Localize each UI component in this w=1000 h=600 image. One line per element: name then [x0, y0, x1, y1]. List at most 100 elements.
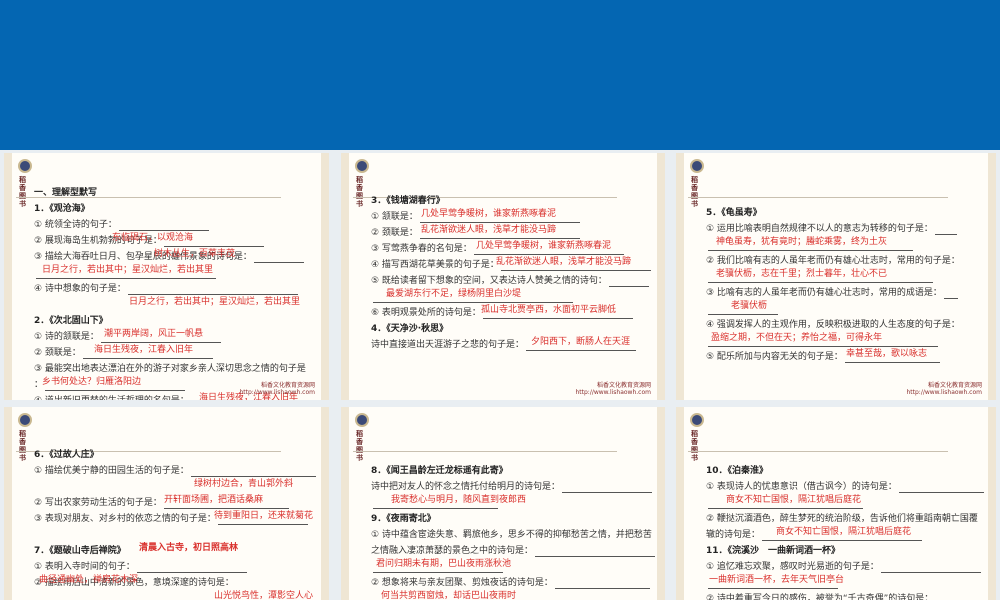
question-text: ② 颈联是： — [371, 228, 418, 238]
answer-text: 乱花渐欲迷人眼，浅草才能没马蹄 — [496, 257, 632, 267]
answer-text: 乱花渐欲迷人眼，浅草才能没马蹄 — [421, 225, 557, 235]
question-text: ⑥ 表明观景处所的诗句是： — [371, 308, 481, 318]
answer-text: 日月之行，若出其中；星汉灿烂，若出其里 — [42, 265, 214, 275]
question-line: ① 诗中蕴含宦途失意、羁旅他乡，思乡不得的抑郁愁苦之情，并把愁苦 — [371, 527, 652, 543]
answer-text: 清晨入古寺，初日照高林 — [139, 543, 239, 553]
question-line: 老骥伏枥 — [706, 301, 978, 317]
answer-blank[interactable] — [898, 481, 984, 493]
section-heading: 11．《浣溪沙 一曲新词酒一杯》 — [706, 543, 978, 559]
answer-text: 待到重阳日，还来就菊花 — [214, 511, 314, 521]
slide-thumbnail[interactable]: 稻香图书 3．《钱塘湖春行》 ① 颔联是： 几处早莺争暖树，谁家新燕啄春泥 ② 颈联是：… — [341, 153, 665, 400]
answer-blank[interactable] — [934, 223, 957, 235]
answer-blank[interactable] — [562, 481, 653, 493]
watermark: 稻香文化教育资源网 http://www.lishaowh.com — [239, 382, 315, 396]
logo-icon — [355, 413, 369, 427]
question-line: 一曲新词酒一杯，去年天气旧亭台 — [706, 575, 978, 591]
question-text: ① 表明入寺时间的句子： — [34, 562, 135, 572]
slide-thumbnail[interactable]: 稻香图书 6．《过故人庄》 ① 描绘优美宁静的田园生活的句子是： 绿树村边合，青山郭外… — [4, 407, 329, 600]
question-text: ④ 道出新旧更替的生活哲理的名句是： — [34, 396, 189, 400]
brand-label: 稻香图书 — [356, 430, 363, 462]
question-line: ③ 表现对朋友、对乡村的依恋之情的句子是： 待到重阳日，还来就菊花 — [34, 511, 314, 527]
question-text: 2．《次北固山下》 — [34, 316, 108, 326]
question-text: 一、理解型默写 — [34, 188, 98, 198]
question-text: ① 颔联是： — [371, 212, 418, 222]
answer-text: 几处早莺争暖树，谁家新燕啄春泥 — [421, 209, 557, 219]
question-text: ③ 比喻有志的人虽年老而仍有雄心壮志时，常用的成语是： — [706, 288, 942, 298]
slide-thumbnail[interactable]: 稻香图书 一、理解型默写 1．《观沧海》 ① 统领全诗的句子： ② 展现海岛生机勃勃的句… — [4, 153, 329, 400]
slide-content: 3．《钱塘湖春行》 ① 颔联是： 几处早莺争暖树，谁家新燕啄春泥 ② 颈联是： 乱花渐欲… — [371, 193, 651, 353]
answer-text: 树木丛生，百草丰茂 — [154, 249, 236, 259]
question-text: ④ 描写西湖花草美景的句子是： — [371, 260, 499, 270]
question-text: 7．《题破山寺后禅院》 — [34, 546, 126, 556]
question-text: ② 诗中着重写今日的感伤，被誉为“千古奇偶”的诗句是： — [706, 594, 934, 600]
section-heading: 9．《夜雨寄北》 — [371, 511, 647, 527]
answer-text: 一曲新词酒一杯，去年天气旧亭台 — [709, 575, 845, 585]
answer-text: 君问归期未有期，巴山夜雨涨秋池 — [376, 559, 512, 569]
answer-text: 海日生残夜，江春入旧年 — [94, 345, 194, 355]
question-text: 8．《闻王昌龄左迁龙标遥有此寄》 — [371, 466, 508, 476]
question-line: ⑤ 配乐所加与内容无关的句子是： 幸甚至哉，歌以咏志 — [706, 349, 978, 365]
brand-label: 稻香图书 — [691, 176, 698, 208]
question-line: ④ 描写西湖花草美景的句子是： 乱花渐欲迷人眼，浅草才能没马蹄 — [371, 257, 651, 273]
answer-blank[interactable] — [608, 275, 649, 287]
answer-text: 山光悦鸟性，潭影空人心 — [214, 591, 314, 600]
slide-content: 10．《泊秦淮》 ① 表现诗人的忧患意识（借古讽今）的诗句是： 商女不知亡国恨，隔江… — [706, 447, 984, 600]
slide-thumbnail[interactable]: 稻香图书 10．《泊秦淮》 ① 表现诗人的忧患意识（借古讽今）的诗句是： 商女不知亡国… — [676, 407, 996, 600]
question-text: ① 表现诗人的忧患意识（借古讽今）的诗句是： — [706, 482, 897, 492]
answer-text: 开轩面场圃，把酒话桑麻 — [164, 495, 264, 505]
question-text: ① 运用比喻表明自然规律不以人的意志为转移的句子是： — [706, 224, 933, 234]
answer-blank[interactable] — [253, 251, 304, 263]
section-heading — [371, 447, 647, 463]
logo-icon — [18, 159, 32, 173]
question-text: 1．《观沧海》 — [34, 204, 90, 214]
question-text: ⑤ 既给读者留下想象的空间，又表达诗人赞美之情的诗句： — [371, 276, 607, 286]
section-heading — [706, 447, 978, 463]
question-line: 老骥伏枥，志在千里；烈士暮年，壮心不已 — [706, 269, 978, 285]
question-text: ① 追忆难忘欢聚，感叹时光易逝的句子是： — [706, 562, 879, 572]
answer-blank[interactable] — [190, 465, 316, 477]
answer-text: 最爱湖东行不足，绿杨阴里白沙堤 — [386, 289, 522, 299]
answer-blank[interactable] — [36, 593, 161, 600]
answer-text: 神龟虽寿，犹有竟时；螣蛇乘雾，终为土灰 — [716, 237, 888, 247]
section-heading: 5．《龟虽寿》 — [706, 205, 978, 221]
question-text: ④ 诗中想象的句子是： — [34, 284, 126, 294]
watermark: 稻香文化教育资源网 http://www.lishaowh.com — [906, 382, 982, 396]
answer-text: 盈缩之期，不但在天；养怡之福，可得永年 — [711, 333, 883, 343]
question-text: ① 描绘优美宁静的田园生活的句子是： — [34, 466, 189, 476]
question-text: 10．《泊秦淮》 — [706, 466, 769, 476]
answer-blank[interactable] — [535, 545, 656, 557]
answer-text: 孤山寺北贾亭西，水面初平云脚低 — [481, 305, 617, 315]
slide-thumbnail[interactable]: 稻香图书 5．《龟虽寿》 ① 运用比喻表明自然规律不以人的意志为转移的句子是： 神龟虽… — [676, 153, 996, 400]
answer-text: 幸甚至哉，歌以咏志 — [846, 349, 928, 359]
answer-text: 老骥伏枥 — [731, 301, 768, 311]
question-line: ② 诗中着重写今日的感伤，被誉为“千古奇偶”的诗句是： — [706, 591, 978, 600]
question-text: ① 统领全诗的句子： — [34, 220, 117, 230]
answer-text: 商女不知亡国恨，隔江犹唱后庭花 — [776, 527, 912, 537]
question-text: ④ 强调发挥人的主观作用，反映积极进取的人生态度的句子是： — [706, 320, 960, 330]
question-line: 我寄愁心与明月，随风直到夜郎西 — [371, 495, 647, 511]
logo-icon — [690, 159, 704, 173]
question-text: ② 鞭挞沉湎酒色，醉生梦死的统治阶级，告诉他们将重蹈南朝亡国覆 — [706, 514, 978, 524]
answer-blank[interactable] — [136, 561, 247, 573]
answer-text: 商女不知亡国恨，隔江犹唱后庭花 — [726, 495, 862, 505]
slide-thumbnail[interactable]: 稻香图书 8．《闻王昌龄左迁龙标遥有此寄》 诗中把对友人的怀念之情托付给明月的诗句是… — [341, 407, 665, 600]
question-line: ② 颈联是： 海日生残夜，江春入旧年 — [34, 345, 311, 361]
slide-content: 8．《闻王昌龄左迁龙标遥有此寄》 诗中把对友人的怀念之情托付给明月的诗句是： 我寄愁… — [371, 447, 656, 600]
question-line: 商女不知亡国恨，隔江犹唱后庭花 — [706, 495, 978, 511]
brand-label: 稻香图书 — [19, 430, 26, 462]
answer-blank[interactable] — [554, 577, 650, 589]
question-text: ③ 最能突出地表达漂泊在外的游子对家乡亲人深切思念之情的句子是 — [34, 364, 306, 374]
section-heading — [706, 189, 978, 205]
header-band — [0, 0, 1000, 150]
question-line: ⑥ 表明观景处所的诗句是： 孤山寺北贾亭西，水面初平云脚低 — [371, 305, 647, 321]
question-line: 日月之行，若出其中；星汉灿烂，若出其里 — [34, 265, 311, 281]
question-line: 辙的诗句是： 商女不知亡国恨，隔江犹唱后庭花 — [706, 527, 978, 543]
answer-blank[interactable] — [880, 561, 981, 573]
answer-blank[interactable] — [943, 287, 958, 299]
question-text: 诗中直接道出天涯游子之悲的句子是： — [371, 340, 525, 350]
question-text: 6．《过故人庄》 — [34, 450, 99, 460]
answer-blank[interactable] — [118, 219, 209, 231]
question-text: ③ 表现对朋友、对乡村的依恋之情的句子是： — [34, 514, 216, 524]
answer-blank[interactable] — [127, 283, 298, 295]
section-heading: 7．《题破山寺后禅院》 清晨入古寺，初日照高林 — [34, 543, 311, 559]
